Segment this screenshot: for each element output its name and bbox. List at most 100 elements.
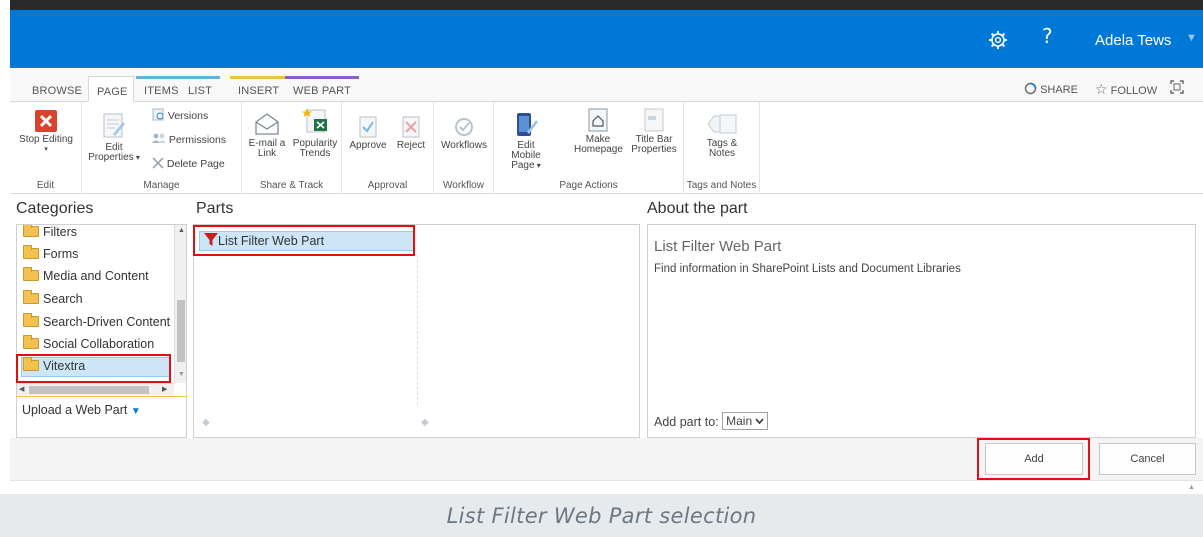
highlight-box-add-button [977,438,1090,480]
edit-properties-icon [103,113,125,138]
ribbon-group-share-track: E-mail a Link Popularity Trends Share & … [242,102,342,194]
tags-notes-icon [707,114,737,134]
tags-notes-button[interactable]: Tags & Notes [694,112,750,159]
scrollbar-thumb[interactable] [29,386,149,394]
categories-vertical-scrollbar[interactable]: ▲ ▼ [174,225,186,383]
delete-page-button[interactable]: Delete Page [152,157,225,170]
title-bar-label-line2: Properties [631,144,677,155]
ribbon-group-label-page-actions: Page Actions [559,180,618,191]
help-icon[interactable]: ? [1042,24,1053,48]
stop-editing-label: Stop Editing [19,134,73,145]
scrollbar-thumb[interactable] [177,300,185,362]
folder-icon [23,313,39,327]
tab-browse[interactable]: BROWSE [24,76,90,102]
edit-properties-label-line2: Properties [88,152,134,163]
tab-insert[interactable]: INSERT [230,76,288,102]
permissions-button[interactable]: Permissions [152,132,226,146]
workflows-icon [455,118,473,136]
tab-list[interactable]: LIST [180,76,221,102]
scroll-right-arrow-icon[interactable]: ◆ [421,417,429,428]
chevron-down-icon: ▾ [133,153,140,162]
ribbon-tab-bar: BROWSE PAGE ITEMS LIST INSERT WEB PART S… [10,68,1203,102]
reject-label: Reject [396,140,426,151]
make-homepage-button[interactable]: Make Homepage [574,108,623,155]
categories-horizontal-scrollbar[interactable]: ◀ ▶ [17,383,174,395]
about-part-description: Find information in SharePoint Lists and… [654,263,961,275]
make-homepage-label-line2: Homepage [574,144,623,155]
follow-button[interactable]: ☆ FOLLOW [1095,82,1157,98]
category-item-media-content[interactable]: Media and Content [23,267,149,283]
scroll-down-arrow-icon[interactable]: ▼ [178,371,185,378]
popularity-label-line2: Trends [299,148,331,159]
approve-icon [359,116,377,138]
parts-column-divider [417,255,418,405]
about-panel: List Filter Web Part Find information in… [647,224,1196,438]
user-menu-caret-icon[interactable]: ▼ [1186,32,1197,44]
chevron-down-icon: ▼ [130,406,141,417]
chevron-down-icon [755,418,765,425]
folder-icon [23,267,39,281]
popularity-trends-button[interactable]: Popularity Trends [290,106,340,159]
about-header: About the part [647,200,748,217]
ribbon-group-workflow: Workflows Workflow [434,102,494,194]
parts-panel: List Filter Web Part ◆ ◆ [193,224,640,438]
stop-editing-button[interactable]: Stop Editing ▾ [14,110,78,155]
page-bottom-bar: ▲ [10,480,1203,494]
reject-icon [402,116,420,138]
category-item-social-collaboration[interactable]: Social Collaboration [23,335,155,351]
suite-bar: ? Adela Tews ▼ [10,10,1203,68]
share-icon [1024,82,1037,95]
title-bar-properties-button[interactable]: Title Bar Properties [628,108,680,155]
versions-button[interactable]: Versions [152,108,208,122]
workflows-button[interactable]: Workflows [438,116,490,151]
category-label: Search-Driven Content [43,315,171,329]
ribbon-group-tags-notes: Tags & Notes Tags and Notes [684,102,760,194]
scroll-up-arrow-icon[interactable]: ▲ [1188,484,1195,491]
scroll-up-arrow-icon[interactable]: ▲ [178,227,185,234]
tab-web-part[interactable]: WEB PART [285,76,360,102]
scroll-right-arrow-icon[interactable]: ▶ [162,385,167,393]
scroll-left-arrow-icon[interactable]: ◆ [202,417,210,428]
upload-web-part-button[interactable]: Upload a Web Part ▼ [22,403,141,417]
popularity-trends-icon [302,108,327,133]
delete-icon [152,157,164,169]
versions-label: Versions [167,110,209,122]
approve-button[interactable]: Approve [346,116,390,151]
share-button[interactable]: SHARE [1024,82,1078,96]
add-part-to-label: Add part to: [654,415,719,429]
category-item-search-driven-content[interactable]: Search-Driven Content [23,313,171,329]
category-label: Search [43,292,83,306]
add-part-to-row: Add part to: Main [654,412,769,430]
folder-icon [23,245,39,259]
category-label: Forms [43,247,79,261]
category-item-forms[interactable]: Forms [23,245,79,261]
cancel-button[interactable]: Cancel [1099,443,1196,475]
ribbon-group-label-edit: Edit [36,180,55,191]
edit-mobile-label-line1: Edit Mobile [511,140,541,161]
category-item-search[interactable]: Search [23,290,83,306]
settings-gear-icon[interactable] [988,30,1008,50]
category-item-filters[interactable]: Filters [23,225,77,239]
stop-editing-icon [35,110,57,132]
folder-icon [23,335,39,349]
edit-mobile-page-button[interactable]: Edit Mobile Page ▾ [502,112,550,171]
tab-page[interactable]: PAGE [88,76,134,102]
scroll-left-arrow-icon[interactable]: ◀ [19,385,24,393]
about-part-title: List Filter Web Part [654,238,782,255]
delete-page-label: Delete Page [166,158,225,170]
category-label: Social Collaboration [43,337,155,351]
focus-mode-icon[interactable] [1170,80,1184,94]
figure-caption: List Filter Web Part selection [446,504,757,528]
make-homepage-icon [588,108,608,132]
zone-select[interactable]: Main [722,412,769,430]
user-name[interactable]: Adela Tews [1095,32,1171,49]
tags-notes-label-line2: Notes [708,148,736,159]
ribbon-group-edit: Stop Editing ▾ Edit [10,102,82,194]
edit-properties-button[interactable]: Edit Properties ▾ [88,112,140,163]
email-link-button[interactable]: E-mail a Link [244,112,290,159]
parts-header: Parts [196,200,234,217]
upload-divider [17,396,186,397]
category-label: Filters [43,225,78,239]
chevron-down-icon: ▾ [44,146,48,153]
reject-button[interactable]: Reject [392,116,430,151]
